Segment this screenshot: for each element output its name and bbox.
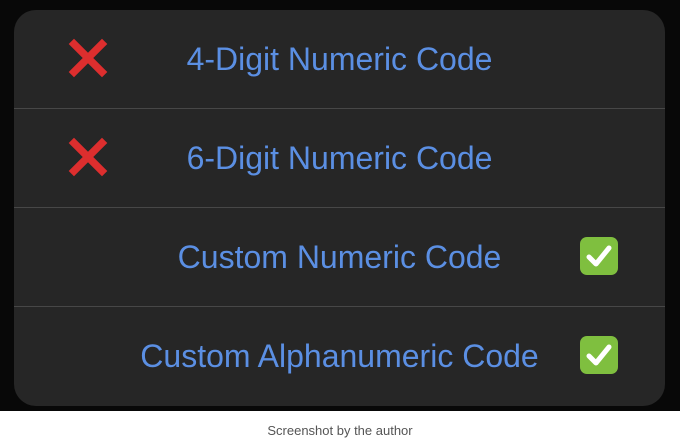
option-custom-numeric-code[interactable]: Custom Numeric Code xyxy=(14,208,665,307)
image-caption: Screenshot by the author xyxy=(267,423,413,438)
option-label: 6-Digit Numeric Code xyxy=(186,140,493,176)
option-6-digit-numeric-code[interactable]: 6-Digit Numeric Code xyxy=(14,109,665,208)
screenshot: 4-Digit Numeric Code 6-Digit Numeric Cod… xyxy=(0,0,680,411)
option-4-digit-numeric-code[interactable]: 4-Digit Numeric Code xyxy=(14,10,665,109)
option-custom-alphanumeric-code[interactable]: Custom Alphanumeric Code xyxy=(14,307,665,406)
option-label: 4-Digit Numeric Code xyxy=(186,41,493,77)
green-check-icon xyxy=(579,236,619,276)
passcode-options-sheet: 4-Digit Numeric Code 6-Digit Numeric Cod… xyxy=(14,10,665,406)
green-check-icon xyxy=(579,335,619,375)
option-label: Custom Numeric Code xyxy=(177,239,502,275)
option-label: Custom Alphanumeric Code xyxy=(140,338,539,374)
